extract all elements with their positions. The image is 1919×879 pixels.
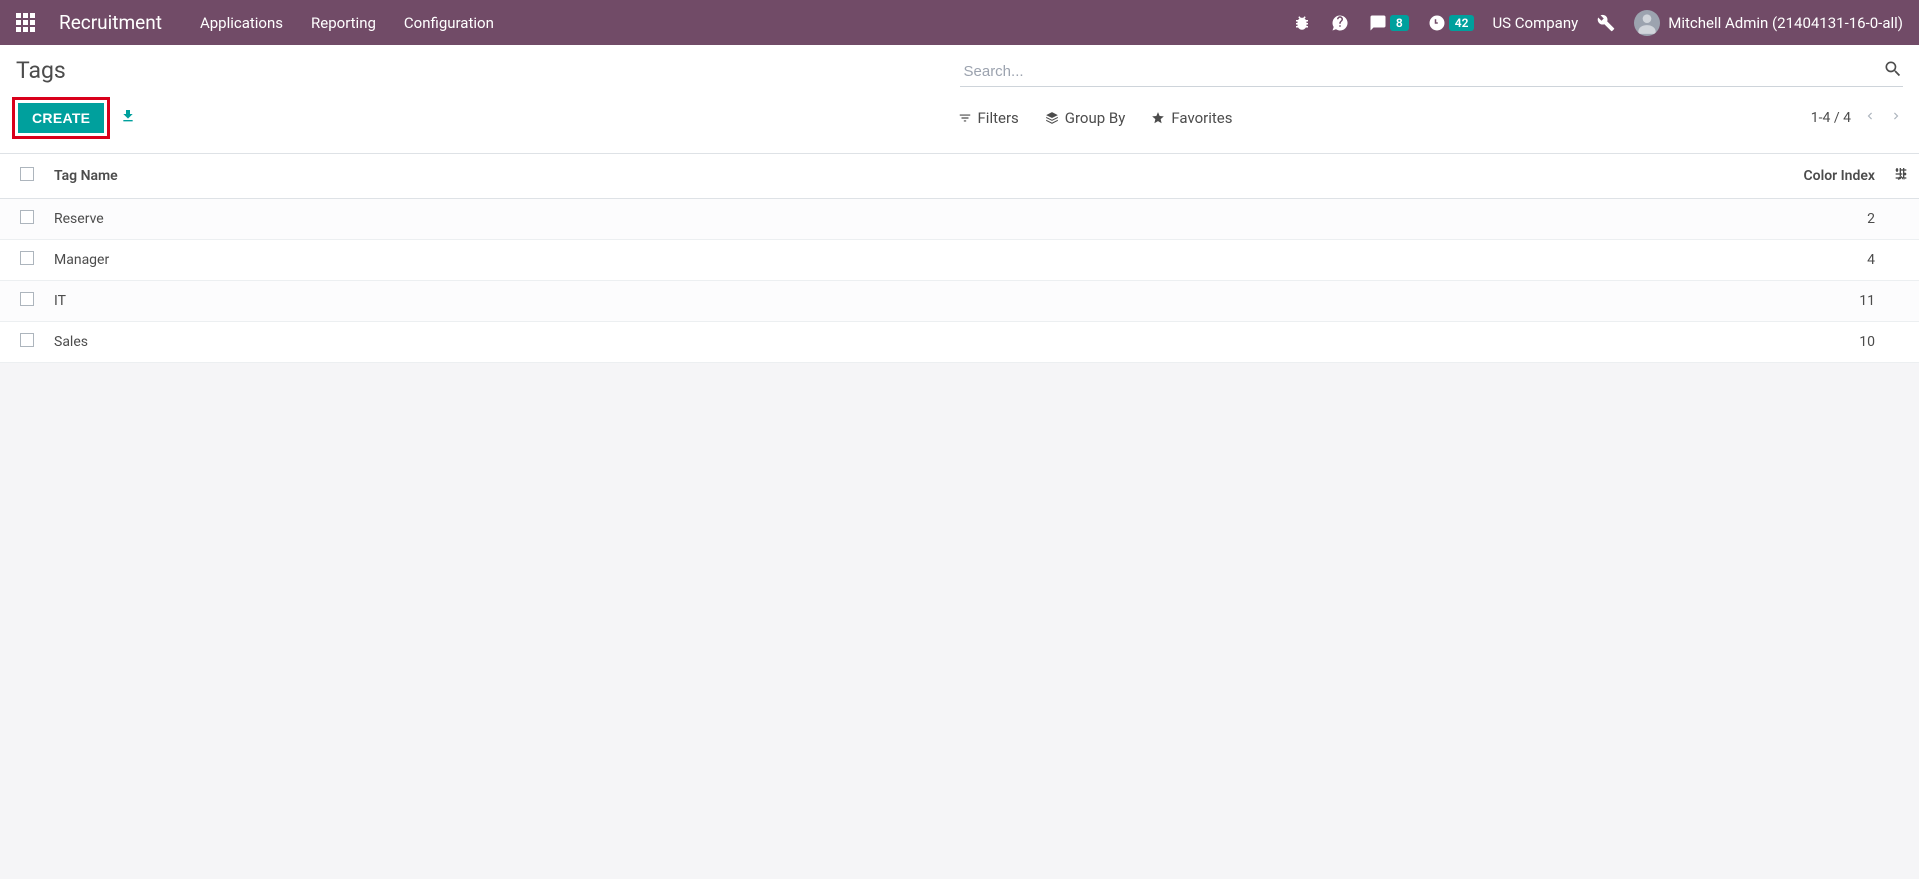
filters-label: Filters (978, 109, 1019, 127)
activities-button[interactable]: 42 (1427, 13, 1475, 33)
filter-icon (958, 111, 972, 125)
create-button[interactable]: CREATE (18, 103, 104, 133)
tags-table: Tag Name Color Index Reserve 2 Manager 4… (0, 154, 1919, 363)
app-title[interactable]: Recruitment (59, 11, 162, 34)
cell-name: IT (44, 281, 933, 322)
star-icon (1151, 111, 1165, 125)
tools-icon[interactable] (1596, 13, 1616, 33)
cell-name: Reserve (44, 199, 933, 240)
filters-button[interactable]: Filters (958, 109, 1019, 127)
pager-prev[interactable] (1863, 109, 1877, 127)
nav-configuration[interactable]: Configuration (404, 14, 494, 32)
table-row[interactable]: Manager 4 (0, 240, 1919, 281)
support-icon[interactable] (1330, 13, 1350, 33)
table-row[interactable]: Reserve 2 (0, 199, 1919, 240)
col-color-index[interactable]: Color Index (933, 154, 1883, 199)
avatar (1634, 10, 1660, 36)
pager-next[interactable] (1889, 109, 1903, 127)
create-highlight: CREATE (12, 97, 110, 139)
row-checkbox[interactable] (20, 292, 34, 306)
control-panel: Tags CREATE Filters Group By F (0, 45, 1919, 154)
chevron-right-icon (1889, 109, 1903, 123)
row-checkbox[interactable] (20, 251, 34, 265)
cell-name: Sales (44, 322, 933, 363)
search-input[interactable] (960, 57, 1904, 87)
groupby-button[interactable]: Group By (1045, 109, 1126, 127)
select-all-checkbox[interactable] (20, 167, 34, 181)
clock-icon (1427, 13, 1447, 33)
user-name: Mitchell Admin (21404131-16-0-all) (1668, 14, 1903, 32)
nav-applications[interactable]: Applications (200, 14, 283, 32)
debug-icon[interactable] (1292, 13, 1312, 33)
pager-range[interactable]: 1-4 / 4 (1811, 110, 1851, 126)
apps-menu-icon[interactable] (16, 13, 35, 32)
search-icon[interactable] (1883, 59, 1903, 83)
column-options-icon[interactable] (1893, 170, 1909, 186)
chevron-left-icon (1863, 109, 1877, 123)
page-title: Tags (16, 57, 66, 84)
top-navbar: Recruitment Applications Reporting Confi… (0, 0, 1919, 45)
messages-button[interactable]: 8 (1368, 13, 1409, 33)
table-row[interactable]: Sales 10 (0, 322, 1919, 363)
user-menu[interactable]: Mitchell Admin (21404131-16-0-all) (1634, 10, 1903, 36)
cell-name: Manager (44, 240, 933, 281)
company-switcher[interactable]: US Company (1492, 14, 1578, 32)
table-row[interactable]: IT 11 (0, 281, 1919, 322)
messages-icon (1368, 13, 1388, 33)
activities-badge: 42 (1449, 15, 1475, 31)
row-checkbox[interactable] (20, 210, 34, 224)
groupby-label: Group By (1065, 109, 1126, 127)
row-checkbox[interactable] (20, 333, 34, 347)
layers-icon (1045, 111, 1059, 125)
cell-color: 10 (933, 322, 1883, 363)
messages-badge: 8 (1390, 15, 1409, 31)
cell-color: 2 (933, 199, 1883, 240)
col-tag-name[interactable]: Tag Name (44, 154, 933, 199)
favorites-label: Favorites (1171, 109, 1232, 127)
cell-color: 11 (933, 281, 1883, 322)
cell-color: 4 (933, 240, 1883, 281)
favorites-button[interactable]: Favorites (1151, 109, 1232, 127)
nav-reporting[interactable]: Reporting (311, 14, 376, 32)
export-button[interactable] (120, 108, 136, 128)
